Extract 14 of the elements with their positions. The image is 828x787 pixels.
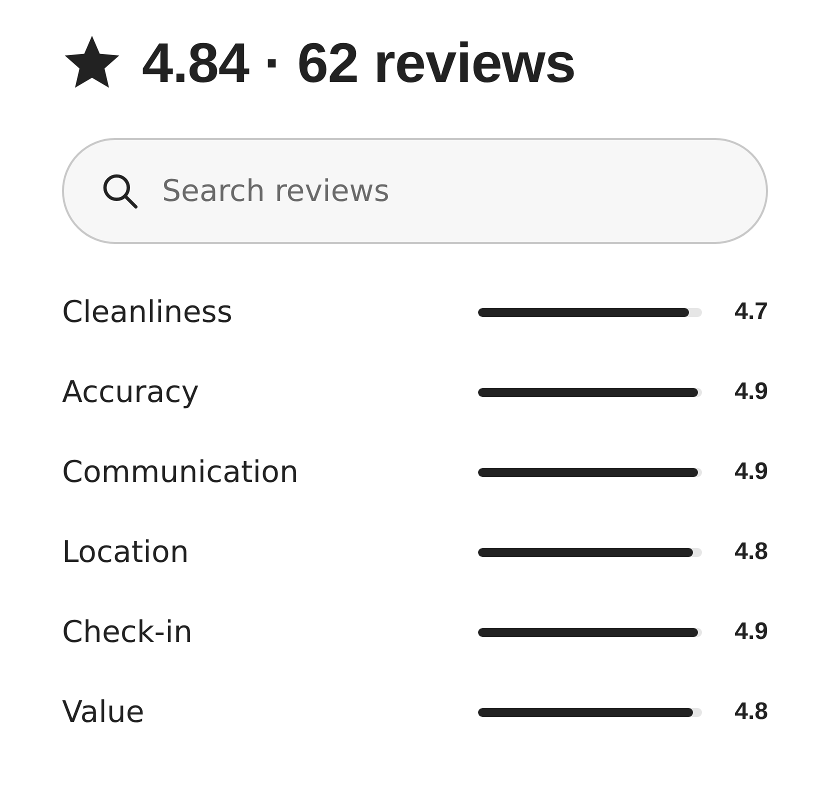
category-label: Communication (62, 454, 300, 490)
category-score: 4.9 (734, 378, 768, 406)
category-score: 4.8 (734, 698, 768, 726)
category-label: Location (62, 534, 190, 570)
category-label: Cleanliness (62, 294, 234, 330)
category-label: Check-in (62, 614, 194, 650)
category-score: 4.7 (734, 298, 768, 326)
search-field[interactable]: Search reviews (62, 138, 768, 244)
category-label: Accuracy (62, 374, 200, 410)
rating-title: 4.84 · 62 reviews (142, 30, 576, 94)
category-score: 4.8 (734, 538, 768, 566)
category-label: Value (62, 694, 146, 730)
category-score: 4.9 (734, 458, 768, 486)
category-score: 4.9 (734, 618, 768, 646)
